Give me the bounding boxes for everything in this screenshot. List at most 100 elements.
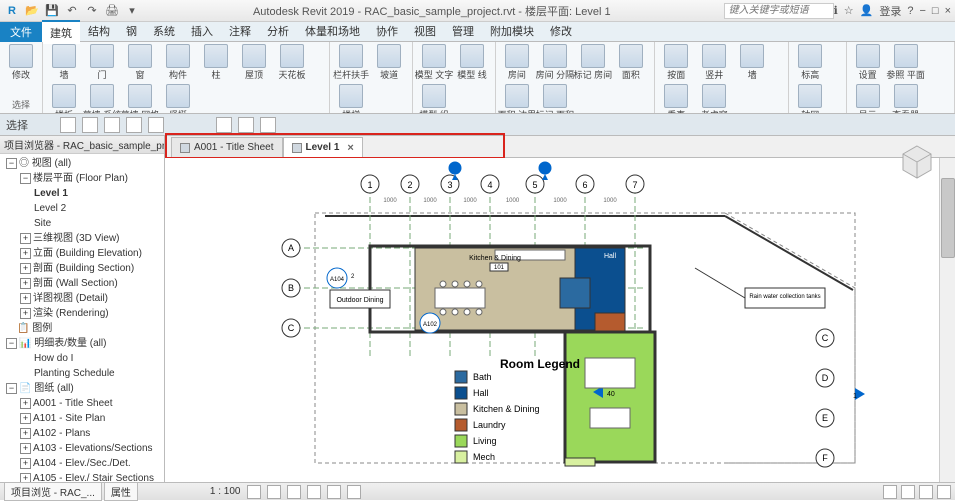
expand-icon[interactable]: + (20, 263, 31, 274)
tree-item[interactable]: Level 1 (34, 188, 68, 199)
ribbon-button[interactable]: 查看器 (889, 84, 923, 114)
opt-icon[interactable] (216, 117, 232, 133)
search-input[interactable] (724, 3, 834, 19)
ribbon-button[interactable]: 门 (85, 44, 119, 80)
expand-icon[interactable]: + (20, 293, 31, 304)
status-icon[interactable] (937, 485, 951, 499)
ribbon-button[interactable]: 标记 面积 (538, 84, 572, 114)
expand-icon[interactable]: + (20, 443, 31, 454)
view-scale[interactable]: 1 : 100 (210, 486, 241, 497)
help-icon[interactable]: ? (907, 5, 913, 17)
ribbon-button[interactable]: 墙 (735, 44, 769, 80)
qat-save-icon[interactable]: 💾 (44, 3, 60, 19)
opt-icon[interactable] (238, 117, 254, 133)
status-icon[interactable] (883, 485, 897, 499)
ribbon-button[interactable]: 轴网 (793, 84, 827, 114)
ribbon-button[interactable]: 标高 (793, 44, 827, 80)
ribbon-button[interactable]: 面积 边界 (500, 84, 534, 114)
expand-icon[interactable]: + (20, 413, 31, 424)
tree-item[interactable]: Level 2 (34, 203, 66, 214)
menu-tab[interactable]: 体量和场地 (297, 20, 368, 44)
star-icon[interactable]: ☆ (844, 4, 854, 17)
doc-tab[interactable]: Level 1× (283, 137, 363, 157)
user-icon[interactable]: 👤 (860, 4, 874, 17)
status-icon[interactable] (307, 485, 321, 499)
menu-tab[interactable]: 注释 (221, 20, 259, 44)
menu-tab[interactable]: 协作 (368, 20, 406, 44)
opt-icon[interactable] (126, 117, 142, 133)
menu-tab[interactable]: 结构 (80, 20, 118, 44)
tree-item[interactable]: Planting Schedule (34, 368, 115, 379)
menu-tab[interactable]: 建筑 (42, 20, 80, 44)
expand-icon[interactable]: − (6, 383, 17, 394)
expand-icon[interactable]: + (20, 233, 31, 244)
ribbon-button[interactable]: 幕墙 网格 (123, 84, 157, 114)
ribbon-button[interactable]: 窗 (123, 44, 157, 80)
ribbon-button[interactable]: 模型 线 (455, 44, 489, 80)
status-tab[interactable]: 属性 (104, 482, 138, 501)
ribbon-button[interactable]: 构件 (161, 44, 195, 80)
expand-icon[interactable]: + (20, 278, 31, 289)
drawing-canvas[interactable]: 1210003100041000510006100071000ABCCDEFOu… (165, 158, 955, 482)
opt-icon[interactable] (148, 117, 164, 133)
menu-tab[interactable]: 修改 (542, 20, 580, 44)
expand-icon[interactable]: − (20, 173, 31, 184)
expand-icon[interactable]: + (20, 473, 31, 482)
maximize-button[interactable]: □ (932, 5, 939, 17)
menu-tab[interactable]: 附加模块 (482, 20, 542, 44)
ribbon-button[interactable]: 模型 文字 (417, 44, 451, 80)
expand-icon[interactable]: − (6, 158, 17, 169)
status-icon[interactable] (267, 485, 281, 499)
status-icon[interactable] (327, 485, 341, 499)
ribbon-button[interactable]: 参照 平面 (889, 44, 923, 80)
ribbon-button[interactable]: 按面 (659, 44, 693, 80)
scrollbar-thumb[interactable] (941, 178, 955, 258)
ribbon-button[interactable]: 垂直 (659, 84, 693, 114)
menu-tab[interactable]: 视图 (406, 20, 444, 44)
doc-tab[interactable]: A001 - Title Sheet (171, 137, 283, 157)
ribbon-button[interactable]: 房间 分隔 (538, 44, 572, 80)
status-icon[interactable] (919, 485, 933, 499)
qat-more-icon[interactable]: ▾ (124, 3, 140, 19)
ribbon-button[interactable]: 坡道 (372, 44, 406, 80)
ribbon-button[interactable]: 模型 组 (417, 84, 451, 114)
expand-icon[interactable]: + (20, 458, 31, 469)
expand-icon[interactable]: − (6, 338, 17, 349)
opt-icon[interactable] (260, 117, 276, 133)
opt-icon[interactable] (104, 117, 120, 133)
qat-undo-icon[interactable]: ↶ (64, 3, 80, 19)
ribbon-button[interactable]: 竖梃 (161, 84, 195, 114)
info-icon[interactable]: ℹ (834, 4, 838, 17)
menu-tab[interactable]: 分析 (259, 20, 297, 44)
ribbon-button[interactable]: 修改 (4, 44, 38, 80)
ribbon-button[interactable]: 天花板 (275, 44, 309, 80)
opt-icon[interactable] (60, 117, 76, 133)
minimize-button[interactable]: − (919, 5, 925, 17)
close-button[interactable]: × (945, 5, 951, 17)
ribbon-button[interactable]: 面积 (614, 44, 648, 80)
menu-tab[interactable]: 插入 (183, 20, 221, 44)
opt-icon[interactable] (82, 117, 98, 133)
qat-open-icon[interactable]: 📂 (24, 3, 40, 19)
ribbon-button[interactable]: 栏杆扶手 (334, 44, 368, 80)
ribbon-button[interactable]: 楼板 (47, 84, 81, 114)
app-icon[interactable]: R (4, 3, 20, 19)
status-tab[interactable]: 项目浏览 - RAC_... (4, 482, 102, 501)
vertical-scrollbar[interactable] (939, 158, 955, 482)
ribbon-button[interactable]: 显示 (851, 84, 885, 114)
ribbon-button[interactable]: 柱 (199, 44, 233, 80)
ribbon-button[interactable]: 幕墙 系统 (85, 84, 119, 114)
expand-icon[interactable]: + (20, 248, 31, 259)
status-icon[interactable] (247, 485, 261, 499)
tab-close-icon[interactable]: × (347, 142, 353, 154)
menu-tab[interactable]: 系统 (145, 20, 183, 44)
ribbon-button[interactable]: 房间 (500, 44, 534, 80)
project-tree[interactable]: −◎ 视图 (all) −楼层平面 (Floor Plan) Level 1 L… (0, 154, 164, 482)
expand-icon[interactable]: + (20, 308, 31, 319)
ribbon-button[interactable]: 老虎窗 (697, 84, 731, 114)
qat-redo-icon[interactable]: ↷ (84, 3, 100, 19)
status-icon[interactable] (347, 485, 361, 499)
menu-tab[interactable]: 管理 (444, 20, 482, 44)
menu-tab[interactable]: 钢 (118, 20, 145, 44)
ribbon-button[interactable]: 屋顶 (237, 44, 271, 80)
